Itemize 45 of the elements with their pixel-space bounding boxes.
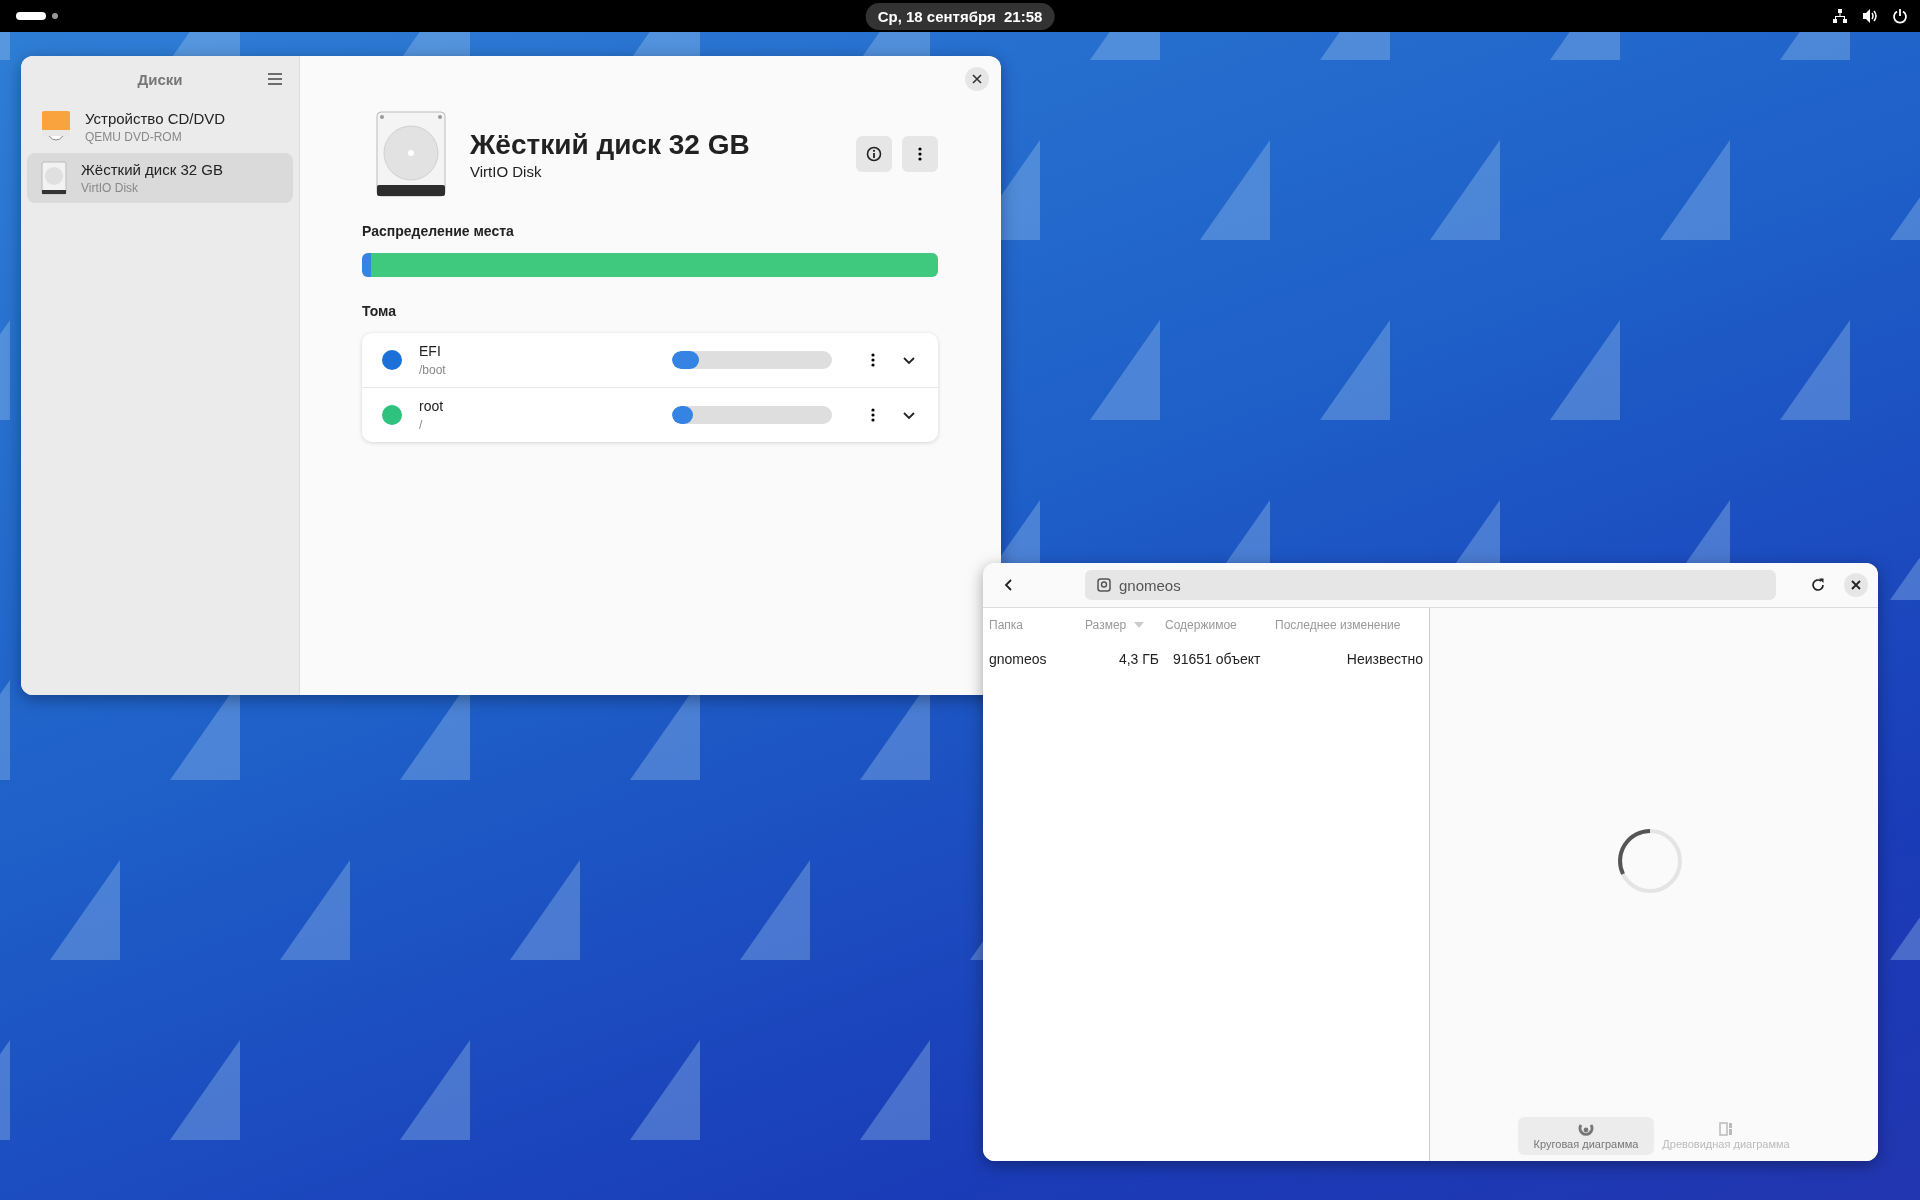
table-cell-text: gnomeos [989, 651, 1048, 667]
close-icon [1851, 580, 1861, 590]
disk-model: QEMU DVD-ROM [85, 130, 183, 144]
volume-name: EFI [419, 343, 442, 359]
disk-list-item[interactable]: Жёсткий диск 32 GB VirtIO Disk [27, 153, 293, 203]
path-bar[interactable]: gnomeos [1085, 570, 1776, 600]
info-button[interactable] [856, 136, 892, 172]
disk-subtitle: VirtIO Disk [470, 162, 543, 180]
disk-model: VirtIO Disk [81, 181, 140, 195]
menu-icon[interactable] [267, 72, 283, 86]
close-button[interactable] [965, 67, 989, 91]
close-button[interactable] [1844, 573, 1868, 597]
info-icon [866, 146, 882, 162]
mount-point: /boot [419, 363, 447, 377]
column-header[interactable]: Размер [1085, 618, 1159, 632]
table-cell-text: 91651 объект [1172, 651, 1262, 667]
column-header[interactable]: Последнее изменение [1275, 618, 1423, 632]
loading-spinner [1617, 828, 1683, 894]
mount-point: / [419, 418, 424, 432]
table-cell-text: 4,3 ГБ [1117, 651, 1160, 667]
clock[interactable]: Ср, 18 сентября 21:58 [865, 2, 1055, 30]
disk-list-item[interactable]: Устройство CD/DVD QEMU DVD-ROM [27, 102, 293, 152]
sort-arrow-icon [1134, 622, 1145, 628]
table-cell-text: Неизвестно [1345, 651, 1423, 667]
view-switcher-button[interactable]: Круговая диаграмма [1518, 1117, 1654, 1155]
disk-title: Жёсткий диск 32 GB [470, 128, 751, 161]
refresh-icon [1810, 577, 1826, 593]
sidebar-title: Диски [137, 70, 183, 88]
column-header[interactable]: Папка [989, 618, 1085, 632]
volume-icon[interactable] [1862, 8, 1878, 24]
column-header[interactable]: Содержимое [1159, 618, 1275, 632]
disk-name: Жёсткий диск 32 GB [81, 161, 223, 178]
power-icon[interactable] [1892, 8, 1908, 24]
optical-drive-icon [41, 110, 71, 144]
section-heading: Тома [362, 303, 397, 319]
drive-icon [1097, 578, 1111, 592]
disk-name: Устройство CD/DVD [85, 110, 226, 127]
more-options-button[interactable] [902, 136, 938, 172]
ring-chart-icon [1578, 1122, 1594, 1136]
close-icon [972, 74, 982, 84]
network-icon[interactable] [1832, 8, 1848, 24]
treemap-icon [1719, 1122, 1733, 1136]
path-text: gnomeos [1119, 576, 1181, 594]
section-heading: Распределение места [362, 223, 515, 239]
volume-name: root [419, 398, 445, 414]
